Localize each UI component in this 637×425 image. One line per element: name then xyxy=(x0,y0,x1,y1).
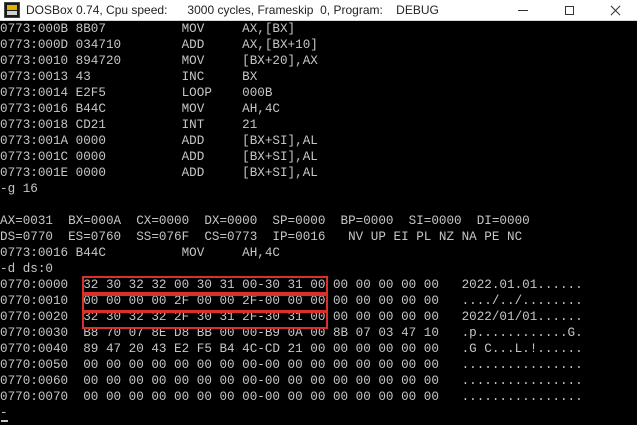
highlight-box-row-0000 xyxy=(82,276,328,294)
highlight-box-row-0020 xyxy=(82,311,328,329)
console-line: 0773:0014 E2F5 LOOP 000B xyxy=(0,85,273,100)
console-line: AX=0031 BX=000A CX=0000 DX=0000 SP=0000 … xyxy=(0,213,530,228)
dos-console[interactable]: 0773:000B 8B07 MOV AX,[BX] 0773:000D 034… xyxy=(0,21,637,425)
console-line: 0773:001C 0000 ADD [BX+SI],AL xyxy=(0,149,318,164)
console-line: -g 16 xyxy=(0,181,38,196)
close-button[interactable] xyxy=(593,0,637,20)
console-line: 0773:0018 CD21 INT 21 xyxy=(0,117,258,132)
title-bar[interactable]: DOSBox 0.74, Cpu speed: 3000 cycles, Fra… xyxy=(0,0,637,21)
minimize-icon xyxy=(518,9,528,11)
dosbox-icon xyxy=(4,2,20,18)
console-line: 0773:001E 0000 ADD [BX+SI],AL xyxy=(0,165,318,180)
maximize-button[interactable] xyxy=(547,0,591,20)
memory-dump-row: 0770:0040 89 47 20 43 E2 F5 B4 4C-CD 21 … xyxy=(0,341,583,356)
console-line: -d ds:0 xyxy=(0,261,53,276)
window-title: DOSBox 0.74, Cpu speed: 3000 cycles, Fra… xyxy=(26,3,439,17)
highlight-box-row-0010 xyxy=(82,294,328,312)
console-line: 0773:001A 0000 ADD [BX+SI],AL xyxy=(0,133,318,148)
console-line: 0773:000B 8B07 MOV AX,[BX] xyxy=(0,21,296,36)
command-prompt[interactable]: - xyxy=(0,405,8,421)
console-line: 0773:0016 B44C MOV AH,4C xyxy=(0,101,280,116)
text-cursor xyxy=(1,420,8,422)
memory-dump-row: 0770:0050 00 00 00 00 00 00 00 00-00 00 … xyxy=(0,357,583,372)
console-line: 0773:0013 43 INC BX xyxy=(0,69,258,84)
maximize-icon xyxy=(564,5,574,15)
console-line: 0773:0010 894720 MOV [BX+20],AX xyxy=(0,53,318,68)
console-line: DS=0770 ES=0760 SS=076F CS=0773 IP=0016 … xyxy=(0,229,523,244)
minimize-button[interactable] xyxy=(501,0,545,20)
console-line: 0773:000D 034710 ADD AX,[BX+10] xyxy=(0,37,318,52)
memory-dump-row: 0770:0070 00 00 00 00 00 00 00 00-00 00 … xyxy=(0,389,583,404)
memory-dump-row: 0770:0060 00 00 00 00 00 00 00 00-00 00 … xyxy=(0,373,583,388)
close-icon xyxy=(610,5,621,16)
console-line: 0773:0016 B44C MOV AH,4C xyxy=(0,245,280,260)
